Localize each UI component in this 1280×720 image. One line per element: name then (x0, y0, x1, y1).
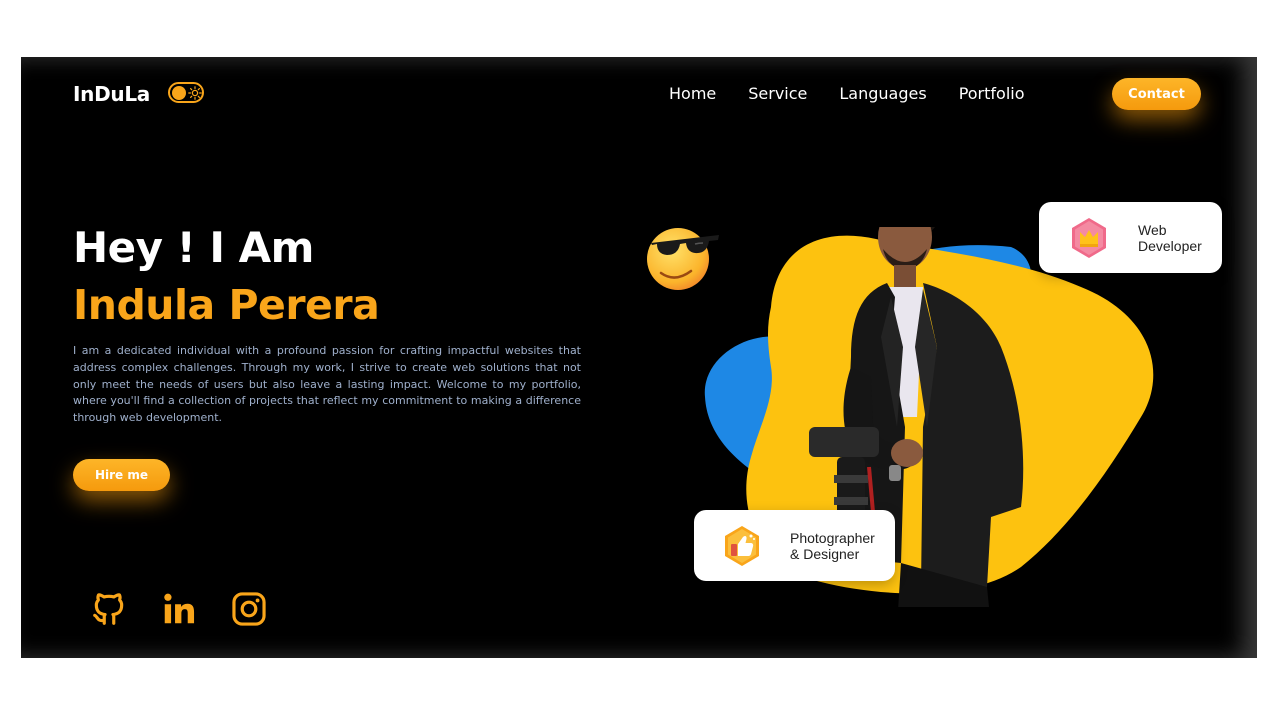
card-line: Photographer (790, 530, 875, 546)
nav-service[interactable]: Service (748, 84, 807, 103)
portfolio-page: InDuLa Home Service Languages Portfolio … (21, 57, 1257, 658)
hero-name: Indula Perera (73, 281, 380, 329)
nav-portfolio[interactable]: Portfolio (959, 84, 1025, 103)
main-nav: Home Service Languages Portfolio (669, 84, 1057, 103)
social-links (90, 590, 300, 628)
crown-icon (1072, 218, 1106, 258)
linkedin-icon[interactable] (160, 590, 198, 628)
github-icon[interactable] (90, 590, 128, 628)
theme-toggle[interactable] (168, 82, 204, 103)
web-developer-card: Web Developer (1039, 202, 1222, 273)
web-developer-label: Web Developer (1138, 222, 1202, 254)
site-logo[interactable]: InDuLa (73, 82, 150, 106)
instagram-icon[interactable] (230, 590, 268, 628)
contact-button[interactable]: Contact (1112, 78, 1201, 110)
hero-greeting: Hey ! I Am (73, 223, 314, 272)
card-line: Developer (1138, 238, 1202, 254)
sun-icon (188, 86, 202, 100)
photographer-label: Photographer & Designer (790, 530, 875, 562)
nav-languages[interactable]: Languages (839, 84, 926, 103)
toggle-knob (172, 86, 186, 100)
thumbs-up-icon (725, 526, 759, 566)
card-line: & Designer (790, 546, 860, 562)
photographer-card: Photographer & Designer (694, 510, 895, 581)
card-line: Web (1138, 222, 1167, 238)
hero-description: I am a dedicated individual with a profo… (73, 344, 581, 425)
nav-home[interactable]: Home (669, 84, 716, 103)
hire-me-button[interactable]: Hire me (73, 459, 170, 491)
